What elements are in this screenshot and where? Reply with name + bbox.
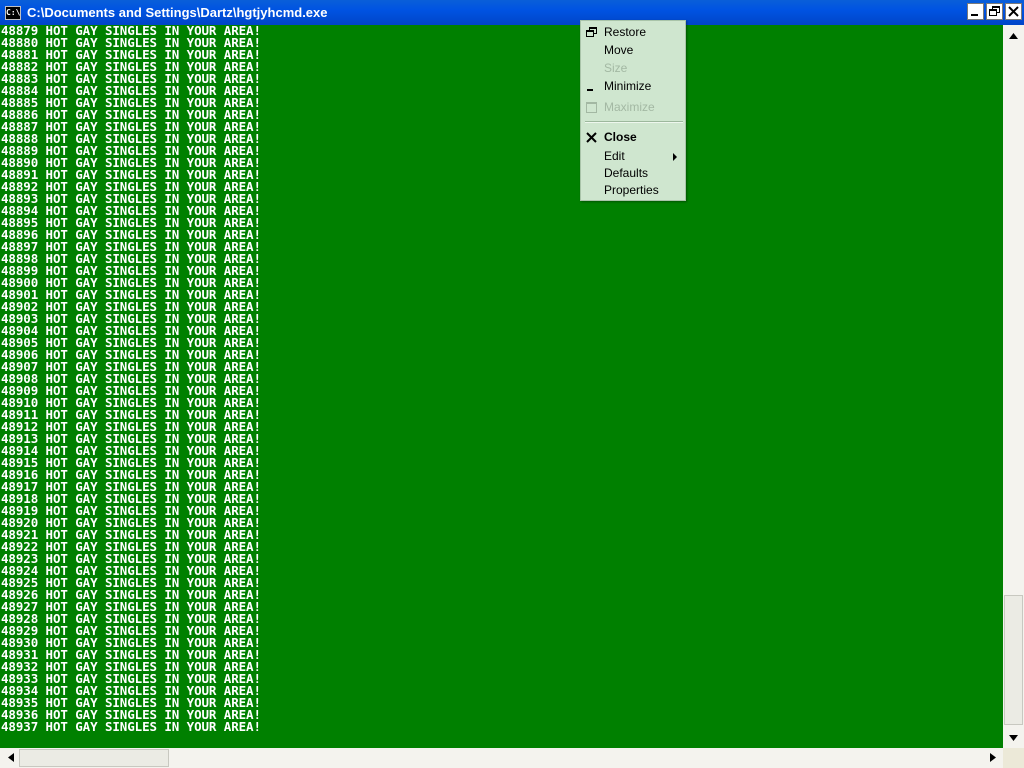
arrow-right-icon (989, 753, 996, 762)
menu-item-minimize[interactable]: Minimize (581, 78, 685, 95)
restore-button[interactable] (986, 3, 1003, 20)
arrow-left-icon (7, 753, 14, 762)
scroll-down-button[interactable] (1003, 729, 1024, 746)
menu-item-label: Size (604, 61, 628, 75)
vertical-scrollbar[interactable] (1003, 25, 1024, 748)
console-app-icon[interactable]: C:\ (5, 5, 21, 20)
close-icon (586, 132, 597, 143)
menu-item-label: Edit (604, 149, 625, 163)
menu-item-size: Size (581, 60, 685, 77)
minimize-icon (587, 89, 593, 91)
close-button[interactable] (1005, 3, 1022, 20)
window-title: C:\Documents and Settings\Dartz\hgtjyhcm… (27, 5, 328, 20)
menu-separator (585, 121, 683, 123)
minimize-button[interactable] (967, 3, 984, 20)
restore-icon (989, 6, 1000, 16)
vertical-scroll-thumb[interactable] (1004, 595, 1023, 725)
close-icon (1008, 6, 1019, 17)
menu-item-label: Move (604, 43, 634, 57)
menu-item-properties[interactable]: Properties (581, 182, 685, 199)
horizontal-scrollbar[interactable] (0, 748, 1003, 768)
menu-item-label: Close (604, 130, 637, 144)
menu-item-move[interactable]: Move (581, 42, 685, 59)
window-controls (967, 3, 1022, 20)
arrow-up-icon (1009, 32, 1018, 39)
menu-item-label: Properties (604, 183, 659, 197)
menu-item-restore[interactable]: Restore (581, 24, 685, 41)
horizontal-scroll-thumb[interactable] (19, 749, 169, 767)
menu-item-label: Minimize (604, 79, 652, 93)
console-output[interactable]: 48879 HOT GAY SINGLES IN YOUR AREA! 48880… (0, 25, 1003, 748)
menu-item-label: Defaults (604, 166, 649, 180)
menu-item-defaults[interactable]: Defaults (581, 165, 685, 182)
title-bar[interactable]: C:\ C:\Documents and Settings\Dartz\hgtj… (0, 0, 1024, 25)
scroll-right-button[interactable] (984, 749, 1001, 766)
minimize-icon (971, 14, 978, 16)
menu-item-maximize: Maximize (581, 99, 685, 116)
arrow-down-icon (1009, 734, 1018, 741)
menu-item-label: Maximize (604, 100, 655, 114)
scrollbar-corner (1003, 748, 1024, 768)
submenu-arrow-icon (673, 153, 677, 161)
restore-icon (586, 27, 597, 37)
maximize-icon (586, 102, 597, 113)
menu-item-close[interactable]: Close (581, 129, 685, 146)
system-menu: Restore Move Size Minimize Maximize Clos… (580, 20, 686, 201)
menu-item-edit[interactable]: Edit (581, 148, 685, 165)
scroll-up-button[interactable] (1003, 27, 1024, 44)
console-line: 48937 HOT GAY SINGLES IN YOUR AREA! (1, 719, 261, 734)
menu-item-label: Restore (604, 25, 647, 39)
scroll-left-button[interactable] (2, 749, 19, 766)
